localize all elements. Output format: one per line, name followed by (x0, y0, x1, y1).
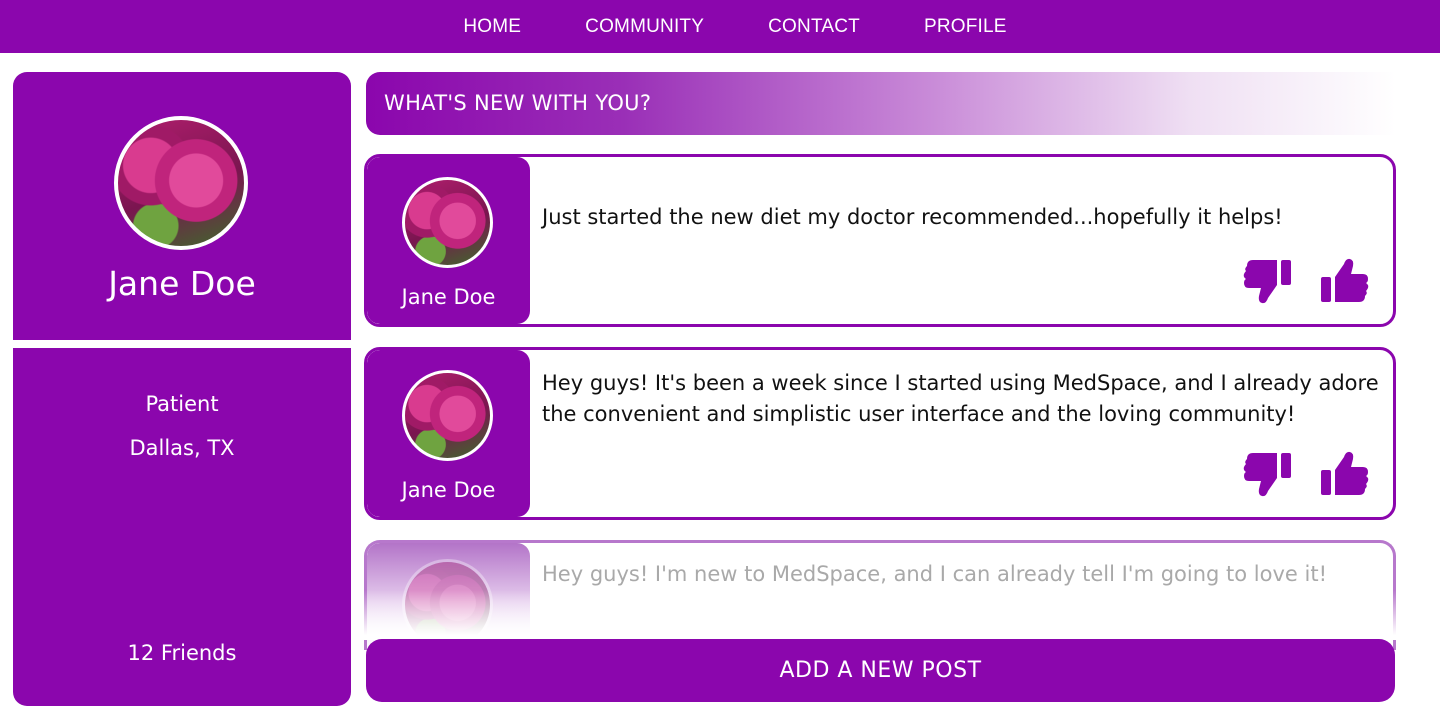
whats-new-input[interactable]: WHAT'S NEW WITH YOU? (366, 72, 1396, 135)
profile-card: Jane Doe (13, 72, 351, 340)
thumbs-up-icon[interactable] (1317, 447, 1371, 501)
add-post-button[interactable]: ADD A NEW POST (366, 639, 1395, 702)
profile-details: Patient Dallas, TX 12 Friends (13, 348, 351, 706)
friends-count[interactable]: 12 Friends (13, 641, 351, 665)
scroll-fade (364, 590, 1404, 640)
thumbs-up-icon[interactable] (1317, 254, 1371, 308)
top-navigation: HOME COMMUNITY CONTACT PROFILE (0, 0, 1440, 53)
post-author-panel: Jane Doe (367, 350, 530, 517)
post-author-name[interactable]: Jane Doe (367, 478, 530, 502)
profile-name: Jane Doe (108, 264, 256, 303)
nav-home[interactable]: HOME (463, 16, 521, 38)
thumbs-down-icon[interactable] (1241, 254, 1295, 308)
avatar[interactable] (114, 116, 248, 250)
post-author-name[interactable]: Jane Doe (367, 285, 530, 309)
post-text: Hey guys! It's been a week since I start… (542, 371, 1379, 426)
profile-location: Dallas, TX (129, 436, 235, 460)
post-text: Just started the new diet my doctor reco… (542, 205, 1283, 229)
post-actions (1241, 254, 1371, 308)
post-card: Jane Doe Just started the new diet my do… (364, 154, 1396, 327)
post-text: Hey guys! I'm new to MedSpace, and I can… (542, 562, 1327, 586)
nav-contact[interactable]: CONTACT (768, 16, 860, 38)
nav-community[interactable]: COMMUNITY (585, 16, 704, 38)
profile-role: Patient (145, 392, 219, 416)
thumbs-down-icon[interactable] (1241, 447, 1295, 501)
avatar[interactable] (402, 370, 493, 461)
post-author-panel: Jane Doe (367, 157, 530, 324)
avatar[interactable] (402, 177, 493, 268)
post-actions (1241, 447, 1371, 501)
nav-profile[interactable]: PROFILE (924, 16, 1007, 38)
post-card: Jane Doe Hey guys! It's been a week sinc… (364, 347, 1396, 520)
